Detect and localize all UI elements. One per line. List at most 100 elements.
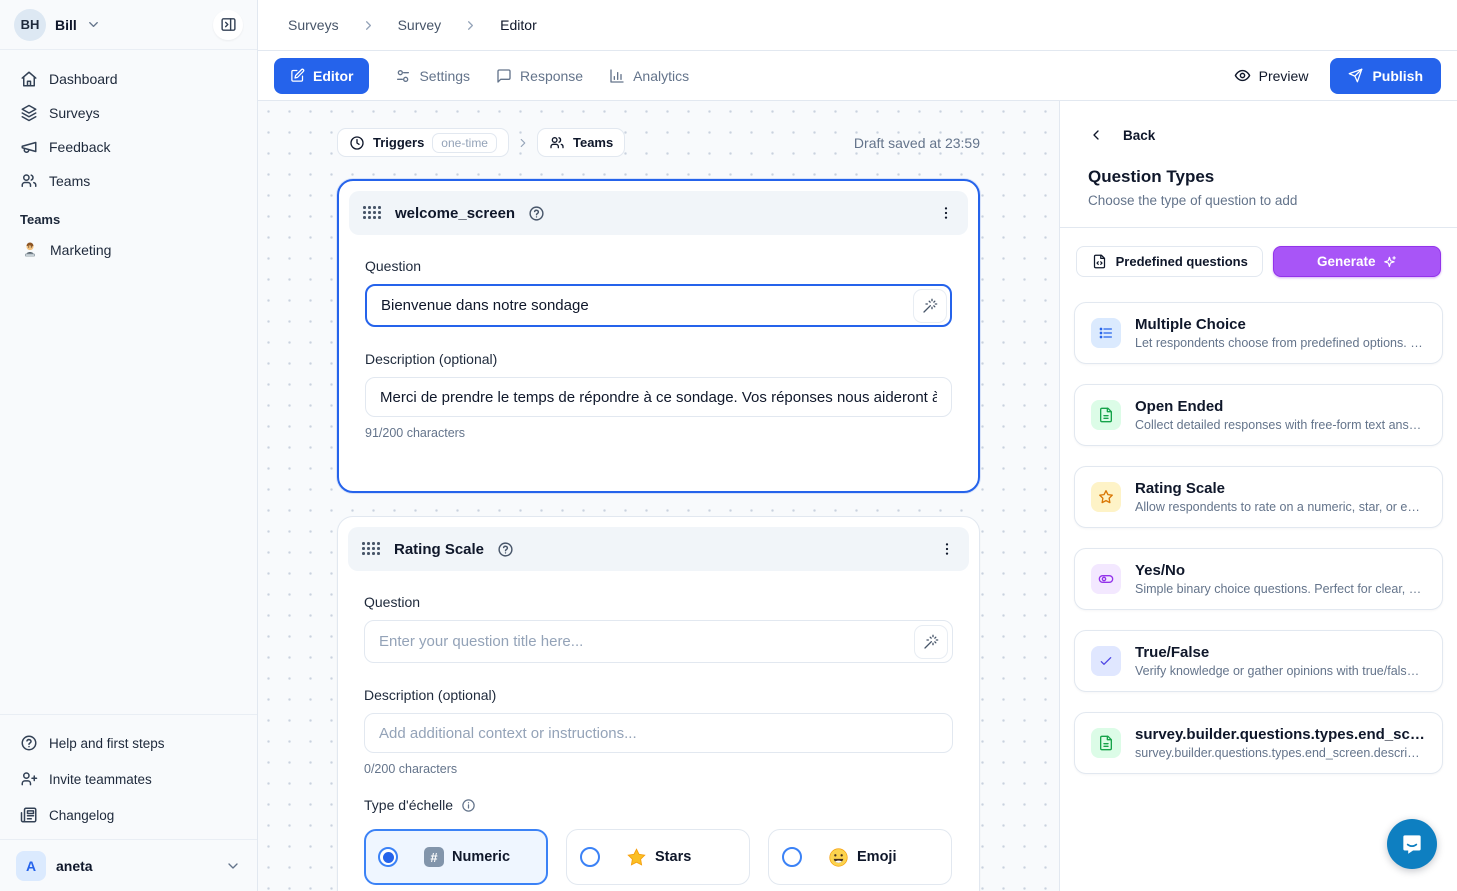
publish-label: Publish: [1372, 68, 1423, 84]
drag-handle-icon[interactable]: [363, 206, 382, 220]
question-card-header: Rating Scale: [348, 527, 969, 571]
type-title: True/False: [1135, 644, 1426, 661]
question-title-input[interactable]: [364, 620, 953, 663]
back-label: Back: [1123, 128, 1155, 143]
question-description-input[interactable]: [365, 377, 952, 417]
question-title-input[interactable]: [365, 284, 952, 327]
panel-subtitle: Choose the type of question to add: [1060, 193, 1457, 208]
sidebar-item-teams[interactable]: Teams: [12, 164, 245, 198]
triggers-badge: one-time: [432, 133, 497, 153]
type-card-rating-scale[interactable]: Rating Scale Allow respondents to rate o…: [1074, 466, 1443, 528]
megaphone-icon: [20, 138, 38, 156]
ai-rewrite-button[interactable]: [913, 289, 947, 323]
sidebar-item-label: Invite teammates: [49, 772, 152, 787]
tab-settings[interactable]: Settings: [395, 68, 470, 84]
chat-launcher-button[interactable]: [1387, 819, 1437, 869]
type-title: survey.builder.questions.types.end_scr..…: [1135, 726, 1426, 743]
question-label: Question: [365, 258, 952, 274]
edit-icon: [290, 68, 305, 83]
drag-handle-icon[interactable]: [362, 542, 381, 556]
generate-button[interactable]: Generate: [1273, 246, 1441, 277]
list-icon: [1098, 325, 1114, 341]
teams-pill-label: Teams: [573, 135, 613, 150]
breadcrumb-surveys[interactable]: Surveys: [288, 17, 339, 33]
home-icon: [20, 70, 38, 88]
type-title: Multiple Choice: [1135, 316, 1426, 333]
sidebar-item-label: Dashboard: [49, 71, 118, 87]
settings-icon: [395, 68, 411, 84]
sidebar-item-label: Feedback: [49, 139, 110, 155]
app-window: BH Bill Dashboard Surveys Feedback: [0, 0, 1457, 891]
help-circle-icon[interactable]: [497, 541, 514, 558]
tab-label: Response: [520, 68, 583, 84]
char-count: 0/200 characters: [364, 762, 953, 776]
type-title: Rating Scale: [1135, 480, 1426, 497]
scale-option-emoji[interactable]: Emoji: [768, 829, 952, 885]
type-card-yes-no[interactable]: Yes/No Simple binary choice questions. P…: [1074, 548, 1443, 610]
sidebar-item-invite[interactable]: Invite teammates: [12, 761, 245, 797]
workspace-switcher[interactable]: BH Bill: [14, 9, 101, 41]
type-description: Allow respondents to rate on a numeric, …: [1135, 500, 1426, 514]
preview-button[interactable]: Preview: [1234, 67, 1309, 84]
type-card-end-screen[interactable]: survey.builder.questions.types.end_scr..…: [1074, 712, 1443, 774]
question-types-panel: Back Question Types Choose the type of q…: [1059, 101, 1457, 891]
help-circle-icon[interactable]: [528, 205, 545, 222]
tab-editor[interactable]: Editor: [274, 58, 369, 94]
scale-type-label: Type d'échelle: [364, 797, 953, 813]
question-card-welcome-screen[interactable]: welcome_screen Question: [337, 179, 980, 493]
question-card-body: Question Description (optional) 91/200 c…: [349, 235, 968, 440]
chevron-down-icon: [225, 858, 241, 874]
back-button[interactable]: Back: [1060, 101, 1457, 143]
breadcrumb: Surveys Survey Editor: [258, 0, 1457, 51]
tab-label: Editor: [313, 68, 353, 84]
teams-pill[interactable]: Teams: [537, 128, 625, 157]
sidebar-item-help[interactable]: Help and first steps: [12, 725, 245, 761]
file-text-icon: [1098, 735, 1114, 751]
sidebar-item-feedback[interactable]: Feedback: [12, 130, 245, 164]
sidebar-item-team-marketing[interactable]: Marketing: [12, 233, 245, 267]
sidebar-item-surveys[interactable]: Surveys: [12, 96, 245, 130]
sidebar-item-changelog[interactable]: Changelog: [12, 797, 245, 833]
technologist-emoji: [20, 240, 40, 260]
grinning-face-emoji: [828, 847, 849, 868]
panel-title: Question Types: [1060, 167, 1457, 187]
collapse-sidebar-button[interactable]: [213, 10, 243, 40]
account-avatar: A: [16, 851, 46, 881]
main-area: Surveys Survey Editor Editor Settings Re…: [258, 0, 1457, 891]
question-card-header: welcome_screen: [349, 191, 968, 235]
scale-option-stars[interactable]: Stars: [566, 829, 750, 885]
breadcrumb-survey[interactable]: Survey: [398, 17, 442, 33]
type-card-multiple-choice[interactable]: Multiple Choice Let respondents choose f…: [1074, 302, 1443, 364]
sparkles-icon: [1383, 255, 1397, 269]
tab-response[interactable]: Response: [496, 68, 583, 84]
ai-rewrite-button[interactable]: [914, 625, 948, 659]
card-menu-button[interactable]: [938, 205, 954, 221]
publish-button[interactable]: Publish: [1330, 58, 1441, 94]
type-card-open-ended[interactable]: Open Ended Collect detailed responses wi…: [1074, 384, 1443, 446]
scale-option-numeric[interactable]: # Numeric: [364, 829, 548, 885]
sidebar-item-label: Changelog: [49, 808, 114, 823]
bar-chart-icon: [609, 68, 625, 84]
draft-status: Draft saved at 23:59: [854, 135, 980, 151]
triggers-pill[interactable]: Triggers one-time: [337, 128, 509, 157]
scale-type-label-text: Type d'échelle: [364, 797, 453, 813]
question-card-rating-scale[interactable]: Rating Scale Question: [337, 516, 980, 891]
info-icon[interactable]: [461, 798, 476, 813]
type-card-true-false[interactable]: True/False Verify knowledge or gather op…: [1074, 630, 1443, 692]
chevron-left-icon: [1088, 127, 1104, 143]
card-menu-button[interactable]: [939, 541, 955, 557]
scale-option-label: Emoji: [857, 849, 896, 865]
eye-icon: [1234, 67, 1251, 84]
clock-icon: [349, 135, 365, 151]
question-label: Question: [364, 594, 953, 610]
question-description-input[interactable]: [364, 713, 953, 753]
file-text-icon: [1098, 407, 1114, 423]
predefined-label: Predefined questions: [1116, 254, 1248, 269]
predefined-questions-button[interactable]: Predefined questions: [1076, 246, 1263, 277]
account-menu[interactable]: A aneta: [0, 839, 257, 891]
question-card-body: Question Description (optional) 0/200 ch…: [348, 571, 969, 885]
scale-option-label: Stars: [655, 849, 691, 865]
sidebar-item-dashboard[interactable]: Dashboard: [12, 62, 245, 96]
tab-analytics[interactable]: Analytics: [609, 68, 689, 84]
star-icon: [1098, 489, 1114, 505]
